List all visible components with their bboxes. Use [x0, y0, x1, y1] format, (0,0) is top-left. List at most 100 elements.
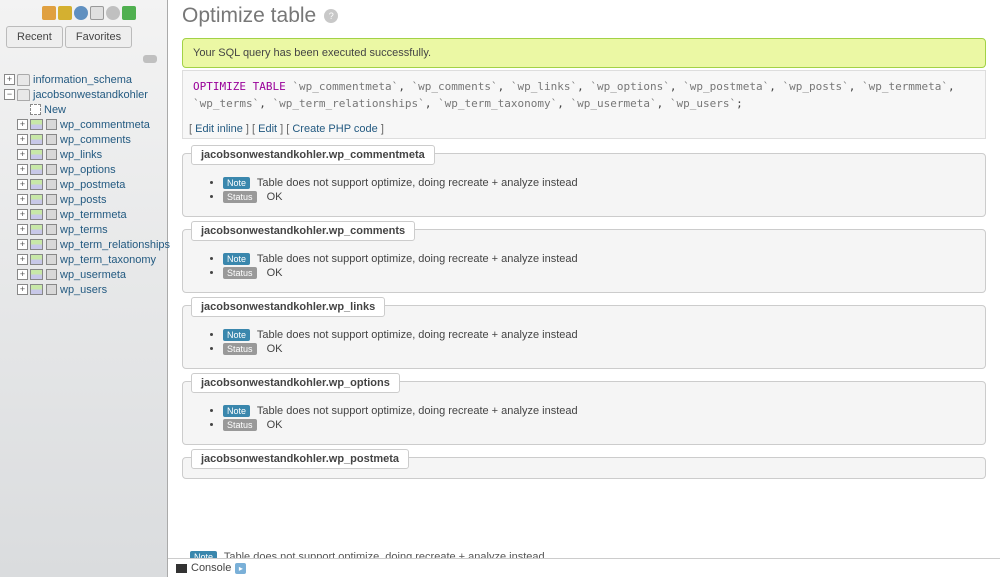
db-item-jacobsonwestandkohler[interactable]: − jacobsonwestandkohler	[4, 87, 163, 102]
plus-icon[interactable]: +	[17, 284, 28, 295]
tree-table-wp_posts[interactable]: +wp_posts	[4, 192, 163, 207]
result-block: jacobsonwestandkohler.wp_commentmetaNote…	[182, 153, 986, 217]
page-title-text: Optimize table	[182, 4, 316, 28]
plus-icon[interactable]: +	[17, 239, 28, 250]
navi-settings-icon[interactable]	[106, 6, 120, 20]
browse-icon	[46, 284, 57, 295]
browse-icon	[46, 224, 57, 235]
sql-icon[interactable]	[90, 6, 104, 20]
result-status: Status OK	[223, 266, 971, 280]
home-icon[interactable]	[42, 6, 56, 20]
result-status: Status OK	[223, 190, 971, 204]
result-title: jacobsonwestandkohler.wp_links	[191, 297, 385, 317]
console-bar[interactable]: Console ▸	[168, 558, 1000, 577]
tree-table-wp_term_taxonomy[interactable]: + wp_term_taxonomy	[4, 252, 163, 267]
plus-icon[interactable]: +	[17, 269, 28, 280]
browse-icon	[46, 254, 57, 265]
browse-icon	[46, 209, 57, 220]
tab-favorites[interactable]: Favorites	[65, 26, 132, 48]
logout-icon[interactable]	[58, 6, 72, 20]
plus-icon[interactable]: +	[17, 149, 28, 160]
table-label: wp_usermeta	[60, 269, 126, 281]
browse-icon	[46, 149, 57, 160]
tree-table-wp_term_relationships[interactable]: +wp_term_relationships	[4, 237, 163, 252]
result-list: Note Table does not support optimize, do…	[197, 246, 971, 280]
table-label: wp_terms	[60, 224, 108, 236]
result-note: Note Table does not support optimize, do…	[223, 176, 971, 190]
page-title: Optimize table ?	[182, 0, 986, 38]
result-status: Status OK	[223, 342, 971, 356]
tree-table-wp_usermeta[interactable]: + wp_usermeta	[4, 267, 163, 282]
db-item-information-schema[interactable]: + information_schema	[4, 72, 163, 87]
plus-icon[interactable]: +	[17, 194, 28, 205]
main-content: Optimize table ? Your SQL query has been…	[168, 0, 1000, 577]
table-label: wp_postmeta	[60, 179, 125, 191]
result-block: jacobsonwestandkohler.wp_postmeta	[182, 457, 986, 479]
tree-table-wp_users[interactable]: + wp_users	[4, 282, 163, 297]
table-label: wp_term_taxonomy	[60, 254, 156, 266]
plus-icon[interactable]: +	[17, 254, 28, 265]
status-badge: Status	[223, 267, 257, 279]
sidebar: Recent Favorites + information_schema − …	[0, 0, 168, 577]
docs-icon[interactable]	[74, 6, 88, 20]
db-label: information_schema	[33, 74, 132, 86]
table-icon	[30, 254, 43, 265]
sql-query: OPTIMIZE TABLE `wp_commentmeta`, `wp_com…	[182, 70, 986, 120]
console-label: Console	[191, 562, 231, 574]
tree-new-table[interactable]: New	[4, 102, 163, 117]
table-icon	[30, 284, 43, 295]
plus-icon[interactable]: +	[4, 74, 15, 85]
table-icon	[30, 239, 43, 250]
table-icon	[30, 119, 43, 130]
result-list: Note Table does not support optimize, do…	[197, 322, 971, 356]
plus-icon[interactable]: +	[17, 224, 28, 235]
tree-table-wp_commentmeta[interactable]: +wp_commentmeta	[4, 117, 163, 132]
create-php-link[interactable]: Create PHP code	[292, 123, 377, 135]
table-label: wp_users	[60, 284, 107, 296]
tree-table-wp_links[interactable]: + wp_links	[4, 147, 163, 162]
result-note: Note Table does not support optimize, do…	[223, 404, 971, 418]
table-label: wp_options	[60, 164, 116, 176]
browse-icon	[46, 239, 57, 250]
console-toggle-icon[interactable]: ▸	[235, 563, 246, 574]
browse-icon	[46, 134, 57, 145]
tab-recent[interactable]: Recent	[6, 26, 63, 48]
new-icon	[30, 104, 41, 115]
note-badge: Note	[223, 329, 250, 341]
help-icon[interactable]: ?	[324, 9, 338, 23]
table-label: wp_links	[60, 149, 102, 161]
plus-icon[interactable]: +	[17, 209, 28, 220]
plus-icon[interactable]: +	[17, 119, 28, 130]
plus-icon[interactable]: +	[17, 179, 28, 190]
unlink-icon[interactable]	[143, 55, 157, 63]
reload-icon[interactable]	[122, 6, 136, 20]
edit-inline-link[interactable]: Edit inline	[195, 123, 243, 135]
minus-icon[interactable]: −	[4, 89, 15, 100]
query-actions: [ Edit inline ] [ Edit ] [ Create PHP co…	[182, 120, 986, 139]
tree-table-wp_terms[interactable]: + wp_terms	[4, 222, 163, 237]
table-icon	[30, 224, 43, 235]
database-icon	[17, 89, 30, 101]
database-icon	[17, 74, 30, 86]
table-icon	[30, 134, 43, 145]
edit-link[interactable]: Edit	[258, 123, 277, 135]
table-icon	[30, 194, 43, 205]
browse-icon	[46, 194, 57, 205]
sidebar-tabs: Recent Favorites	[0, 26, 167, 52]
plus-icon[interactable]: +	[17, 134, 28, 145]
note-badge: Note	[223, 405, 250, 417]
tree-table-wp_options[interactable]: + wp_options	[4, 162, 163, 177]
tree-table-wp_termmeta[interactable]: + wp_termmeta	[4, 207, 163, 222]
browse-icon	[46, 269, 57, 280]
table-label: wp_termmeta	[60, 209, 127, 221]
table-label: wp_term_relationships	[60, 239, 170, 251]
plus-icon[interactable]: +	[17, 164, 28, 175]
result-title: jacobsonwestandkohler.wp_comments	[191, 221, 415, 241]
browse-icon	[46, 164, 57, 175]
tree-table-wp_comments[interactable]: +wp_comments	[4, 132, 163, 147]
result-status: Status OK	[223, 418, 971, 432]
status-badge: Status	[223, 343, 257, 355]
new-label: New	[44, 104, 66, 116]
tree-table-wp_postmeta[interactable]: + wp_postmeta	[4, 177, 163, 192]
result-block: jacobsonwestandkohler.wp_commentsNote Ta…	[182, 229, 986, 293]
